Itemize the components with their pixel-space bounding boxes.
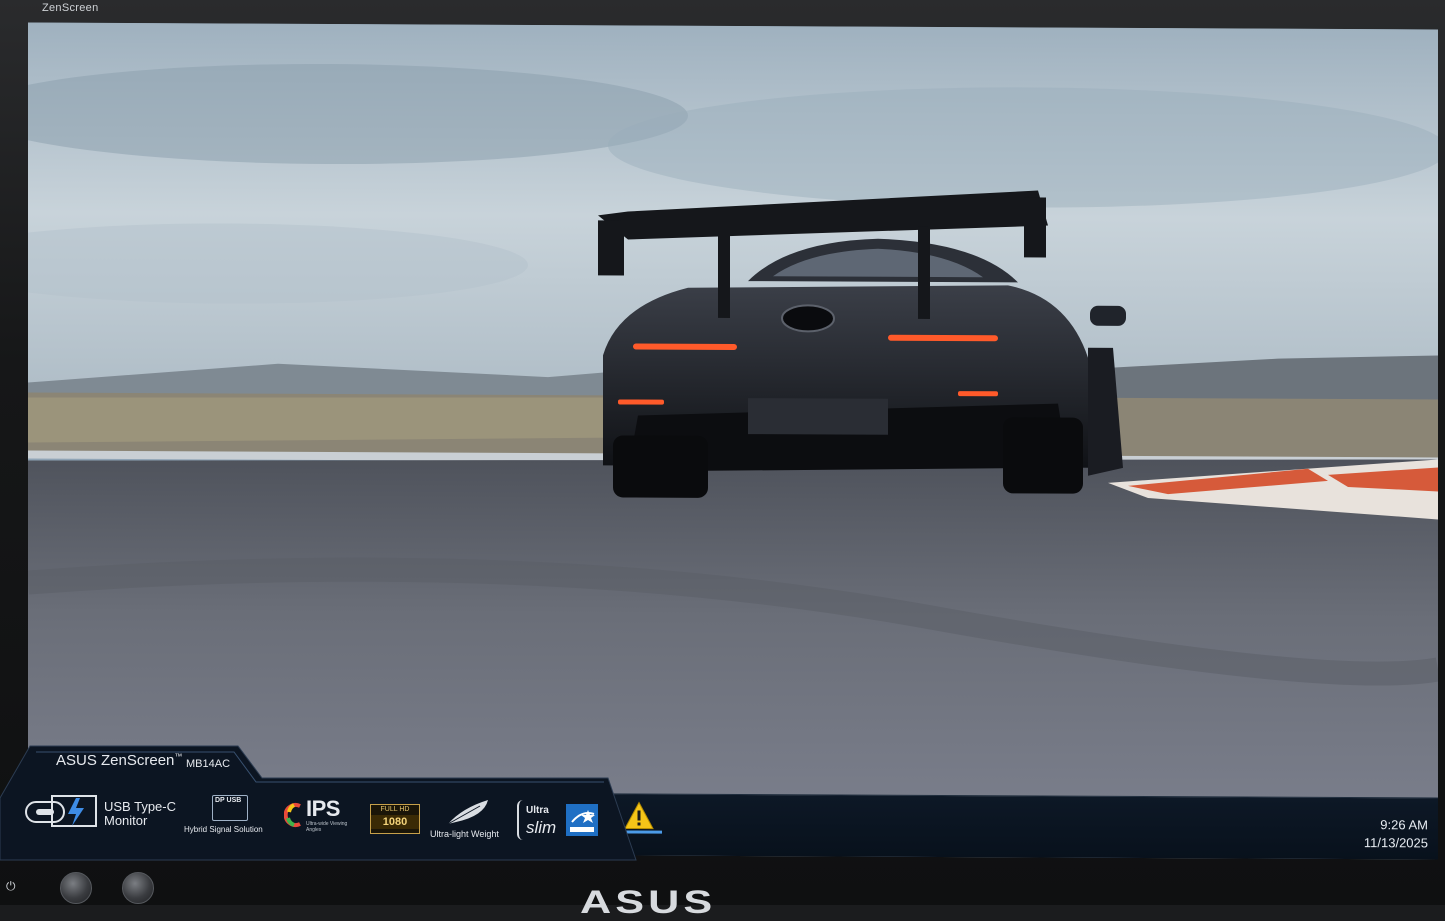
ips-color-icon <box>284 803 301 827</box>
power-icon: ⏻ <box>6 879 16 893</box>
sticker-ultralight: Ultra-light Weight <box>430 829 499 839</box>
feather-icon <box>447 800 488 825</box>
energy-star-icon <box>566 804 598 836</box>
sticker-hybrid-signal: Hybrid Signal Solution <box>184 825 263 834</box>
sticker-ultra: Ultra <box>526 805 549 816</box>
clock-date: 11/13/2025 <box>1363 835 1428 851</box>
taskbar-clock[interactable]: 9:26 AM 11/13/2025 <box>1298 816 1428 853</box>
usb-type-c-icon <box>25 795 97 827</box>
sticker-usb-type-c: USB Type-C Monitor <box>104 799 177 828</box>
dp-usb-icon: DP USB <box>212 795 248 821</box>
full-hd-badge: FULL HD 1080 <box>370 804 420 834</box>
bezel-button-left[interactable] <box>60 872 92 904</box>
sticker-slim: slim <box>526 818 557 837</box>
sticker-ips-subtitle: Ultra-wide Viewing Angles <box>306 821 348 833</box>
clock-time: 9:26 AM <box>1380 817 1428 833</box>
asus-logo: ASUS <box>580 884 717 920</box>
bezel-button-right[interactable] <box>122 872 154 904</box>
bezel-brand-label: ZenScreen <box>42 2 99 14</box>
sticker-ips: IPS <box>306 796 340 821</box>
resolution-label: 1080 <box>371 815 419 829</box>
dp-usb-label: DP USB <box>215 797 242 804</box>
desktop-wallpaper <box>28 22 1438 860</box>
sticker-brand: ASUS ZenScreen™ <box>56 752 183 769</box>
monitor-screen: 9:26 AM 11/13/2025 <box>28 22 1438 860</box>
sticker-model: MB14AC <box>186 758 231 770</box>
slim-bracket-icon <box>517 800 525 840</box>
full-hd-label: FULL HD <box>380 806 410 813</box>
